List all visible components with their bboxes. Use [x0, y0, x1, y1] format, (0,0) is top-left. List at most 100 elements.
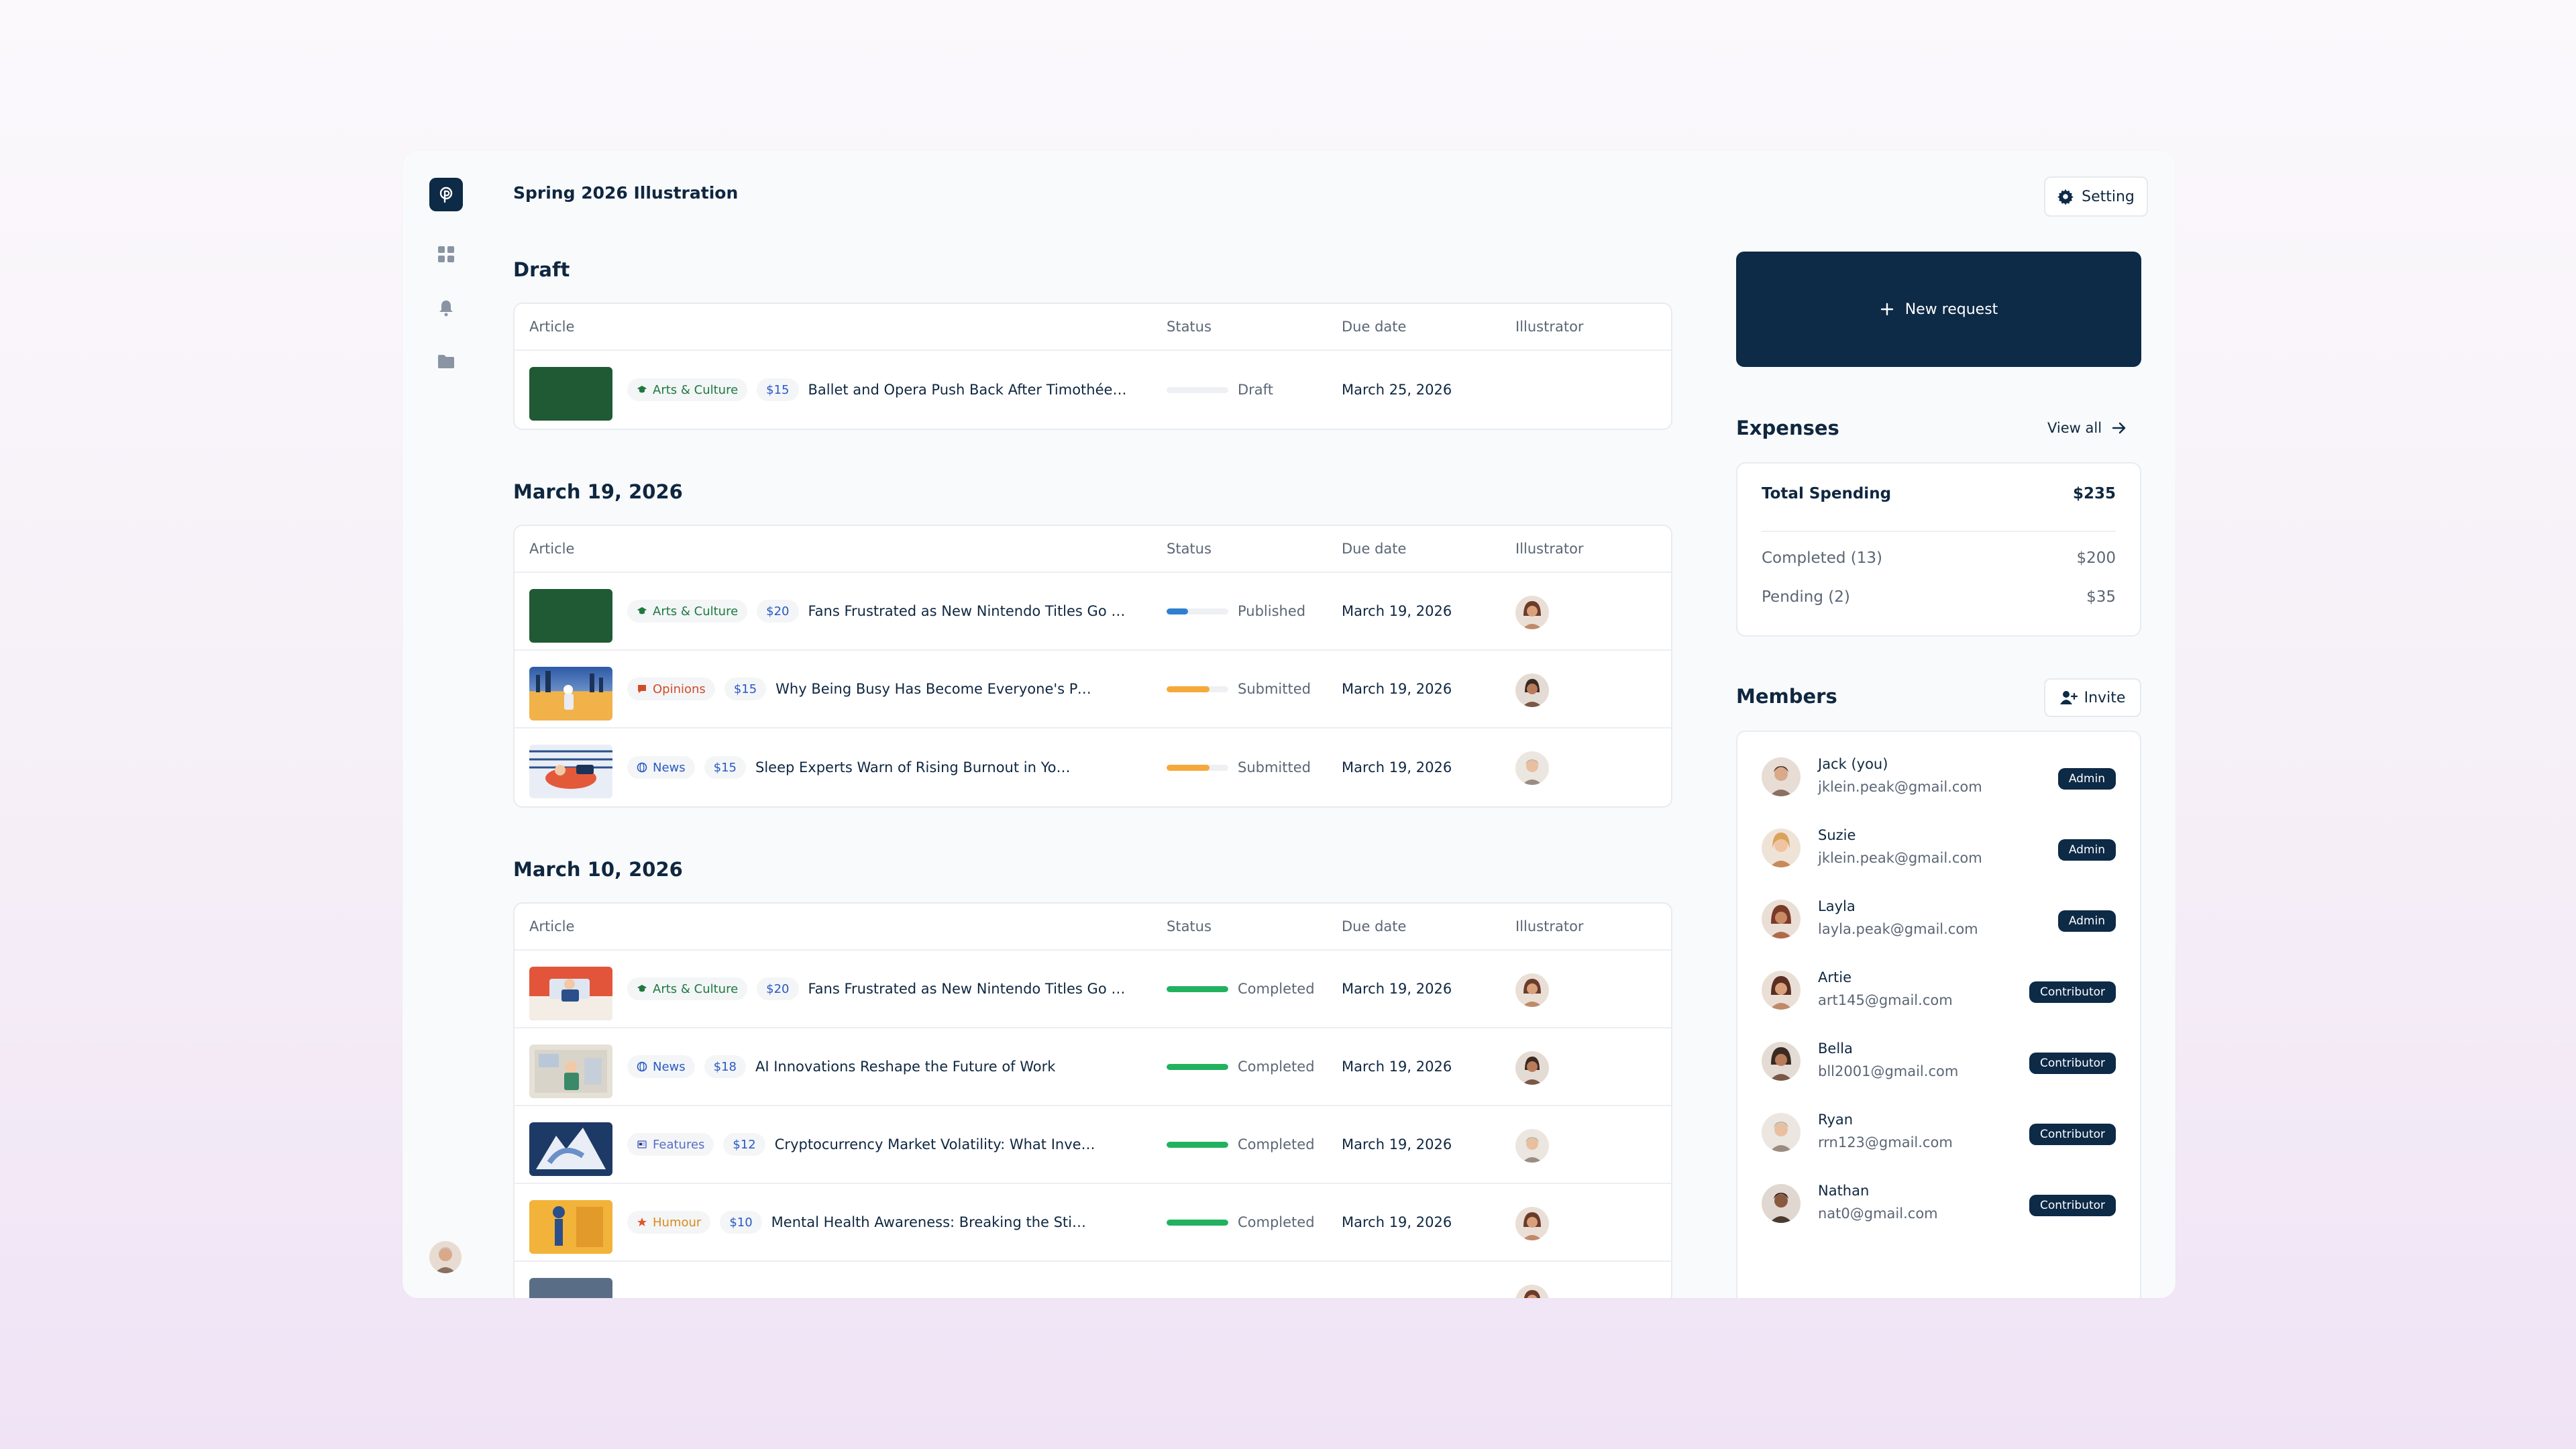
category-tag[interactable]: Arts & Culture: [627, 600, 748, 623]
total-spending-value: $235: [2072, 485, 2116, 502]
status-label: Completed: [1238, 1059, 1315, 1075]
role-badge: Contributor: [2029, 1053, 2116, 1074]
table-row[interactable]: Humour $10 Mental Health Awareness: Brea…: [515, 1184, 1671, 1262]
table-row[interactable]: Arts & Culture $20 Fans Frustrated as Ne…: [515, 951, 1671, 1028]
table-row[interactable]: Opinions $15 Why Being Busy Has Become E…: [515, 651, 1671, 729]
status-label: Draft: [1238, 382, 1273, 398]
member-row[interactable]: Nathan nat0@gmail.com Contributor: [1762, 1176, 2116, 1230]
col-due: Due date: [1342, 541, 1407, 557]
table-row[interactable]: [515, 1262, 1671, 1298]
due-date: March 19, 2026: [1342, 759, 1452, 775]
illustrator-avatar[interactable]: [1515, 1285, 1549, 1298]
invite-button[interactable]: Invite: [2044, 678, 2141, 717]
article-title[interactable]: Sleep Experts Warn of Rising Burnout in …: [755, 759, 1077, 775]
role-badge: Admin: [2057, 839, 2116, 861]
smile-icon: [637, 1218, 647, 1226]
globe-icon: [637, 762, 647, 773]
article-thumbnail: [529, 967, 612, 1020]
table-row[interactable]: Features $12 Cryptocurrency Market Volat…: [515, 1106, 1671, 1184]
role-badge: Contributor: [2029, 1195, 2116, 1216]
category-tag[interactable]: Arts & Culture: [627, 378, 748, 401]
gear-icon: [2057, 189, 2074, 205]
role-badge: Contributor: [2029, 981, 2116, 1003]
status-cell: Published: [1167, 573, 1305, 649]
setting-button[interactable]: Setting: [2044, 176, 2148, 217]
view-all-link[interactable]: View all: [2047, 420, 2127, 436]
article-title[interactable]: Why Being Busy Has Become Everyone's Per…: [775, 681, 1097, 697]
article-thumbnail: [529, 745, 612, 798]
plus-icon: [1880, 303, 1893, 316]
role-badge: Admin: [2057, 768, 2116, 790]
table-row[interactable]: Arts & Culture $15 Ballet and Opera Push…: [515, 351, 1671, 429]
price-tag: $12: [723, 1133, 765, 1156]
article-title[interactable]: Ballet and Opera Push Back After Timothé…: [808, 382, 1130, 398]
table-row[interactable]: News $15 Sleep Experts Warn of Rising Bu…: [515, 729, 1671, 806]
category-tag[interactable]: Arts & Culture: [627, 977, 748, 1000]
view-all-label: View all: [2047, 420, 2102, 436]
member-row[interactable]: Layla layla.peak@gmail.com Admin: [1762, 892, 2116, 945]
member-avatar: [1762, 828, 1801, 867]
status-cell: Submitted: [1167, 651, 1311, 727]
member-name: Ryan: [1818, 1112, 1854, 1128]
illustrator-avatar[interactable]: [1515, 751, 1549, 785]
article-title[interactable]: AI Innovations Reshape the Future of Wor…: [755, 1059, 1055, 1075]
category-tag[interactable]: Opinions: [627, 678, 715, 700]
status-label: Submitted: [1238, 681, 1311, 697]
bell-icon[interactable]: [437, 299, 455, 317]
folder-icon[interactable]: [437, 352, 455, 371]
globe-icon: [637, 1061, 647, 1072]
article-title[interactable]: Mental Health Awareness: Breaking the St…: [771, 1214, 1093, 1230]
price-tag: $15: [757, 378, 799, 401]
price-tag: $10: [720, 1211, 762, 1234]
table-row[interactable]: News $18 AI Innovations Reshape the Futu…: [515, 1028, 1671, 1106]
member-row[interactable]: Ryan rrn123@gmail.com Contributor: [1762, 1105, 2116, 1159]
illustrator-avatar[interactable]: [1515, 1051, 1549, 1085]
member-avatar: [1762, 757, 1801, 796]
illustrator-avatar[interactable]: [1515, 596, 1549, 629]
mar19-table: Article Status Due date Illustrator Arts…: [513, 525, 1672, 808]
speech-bubble-icon: [638, 685, 646, 693]
role-badge: Admin: [2057, 910, 2116, 932]
progress-bar: [1167, 764, 1228, 771]
table-row[interactable]: Arts & Culture $20 Fans Frustrated as Ne…: [515, 573, 1671, 651]
draft-table: Article Status Due date Illustrator Arts…: [513, 303, 1672, 430]
member-row[interactable]: Suzie jklein.peak@gmail.com Admin: [1762, 820, 2116, 874]
category-tag[interactable]: News: [627, 756, 695, 779]
member-email: art145@gmail.com: [1818, 992, 1953, 1008]
status-label: Published: [1238, 603, 1306, 619]
graduation-cap-icon: [637, 985, 647, 992]
col-article: Article: [529, 918, 575, 934]
add-user-icon: [2059, 691, 2078, 704]
section-title-mar19: March 19, 2026: [513, 480, 683, 503]
article-thumbnail: [529, 589, 612, 643]
illustrator-avatar[interactable]: [1515, 674, 1549, 707]
status-cell: Completed: [1167, 1106, 1315, 1183]
illustrator-avatar[interactable]: [1515, 1129, 1549, 1163]
article-title[interactable]: Fans Frustrated as New Nintendo Titles G…: [808, 603, 1130, 619]
dashboard-grid-icon[interactable]: [437, 245, 455, 264]
article-title[interactable]: Fans Frustrated as New Nintendo Titles G…: [808, 981, 1130, 997]
member-row[interactable]: Jack (you) jklein.peak@gmail.com Admin: [1762, 749, 2116, 803]
table-header: Article Status Due date Illustrator: [515, 304, 1671, 351]
status-cell: Completed: [1167, 1028, 1315, 1105]
expenses-title: Expenses: [1736, 417, 1839, 439]
arrow-right-icon: [2112, 422, 2126, 434]
status-label: Completed: [1238, 1136, 1315, 1152]
category-tag[interactable]: Features: [627, 1133, 714, 1156]
member-row[interactable]: Artie art145@gmail.com Contributor: [1762, 963, 2116, 1016]
category-tag[interactable]: Humour: [627, 1211, 711, 1234]
due-date: March 19, 2026: [1342, 681, 1452, 697]
progress-bar: [1167, 608, 1228, 614]
member-name: Jack (you): [1818, 756, 1888, 772]
illustrator-avatar[interactable]: [1515, 1207, 1549, 1240]
col-illustrator: Illustrator: [1515, 918, 1584, 934]
member-email: nat0@gmail.com: [1818, 1205, 1938, 1222]
user-avatar[interactable]: [429, 1241, 462, 1273]
due-date: March 19, 2026: [1342, 1214, 1452, 1230]
new-request-button[interactable]: New request: [1736, 252, 2141, 367]
category-tag[interactable]: News: [627, 1055, 695, 1078]
illustrator-avatar[interactable]: [1515, 973, 1549, 1007]
article-title[interactable]: Cryptocurrency Market Volatility: What I…: [775, 1136, 1097, 1152]
member-row[interactable]: Bella bll2001@gmail.com Contributor: [1762, 1034, 2116, 1087]
app-logo[interactable]: [429, 178, 463, 211]
